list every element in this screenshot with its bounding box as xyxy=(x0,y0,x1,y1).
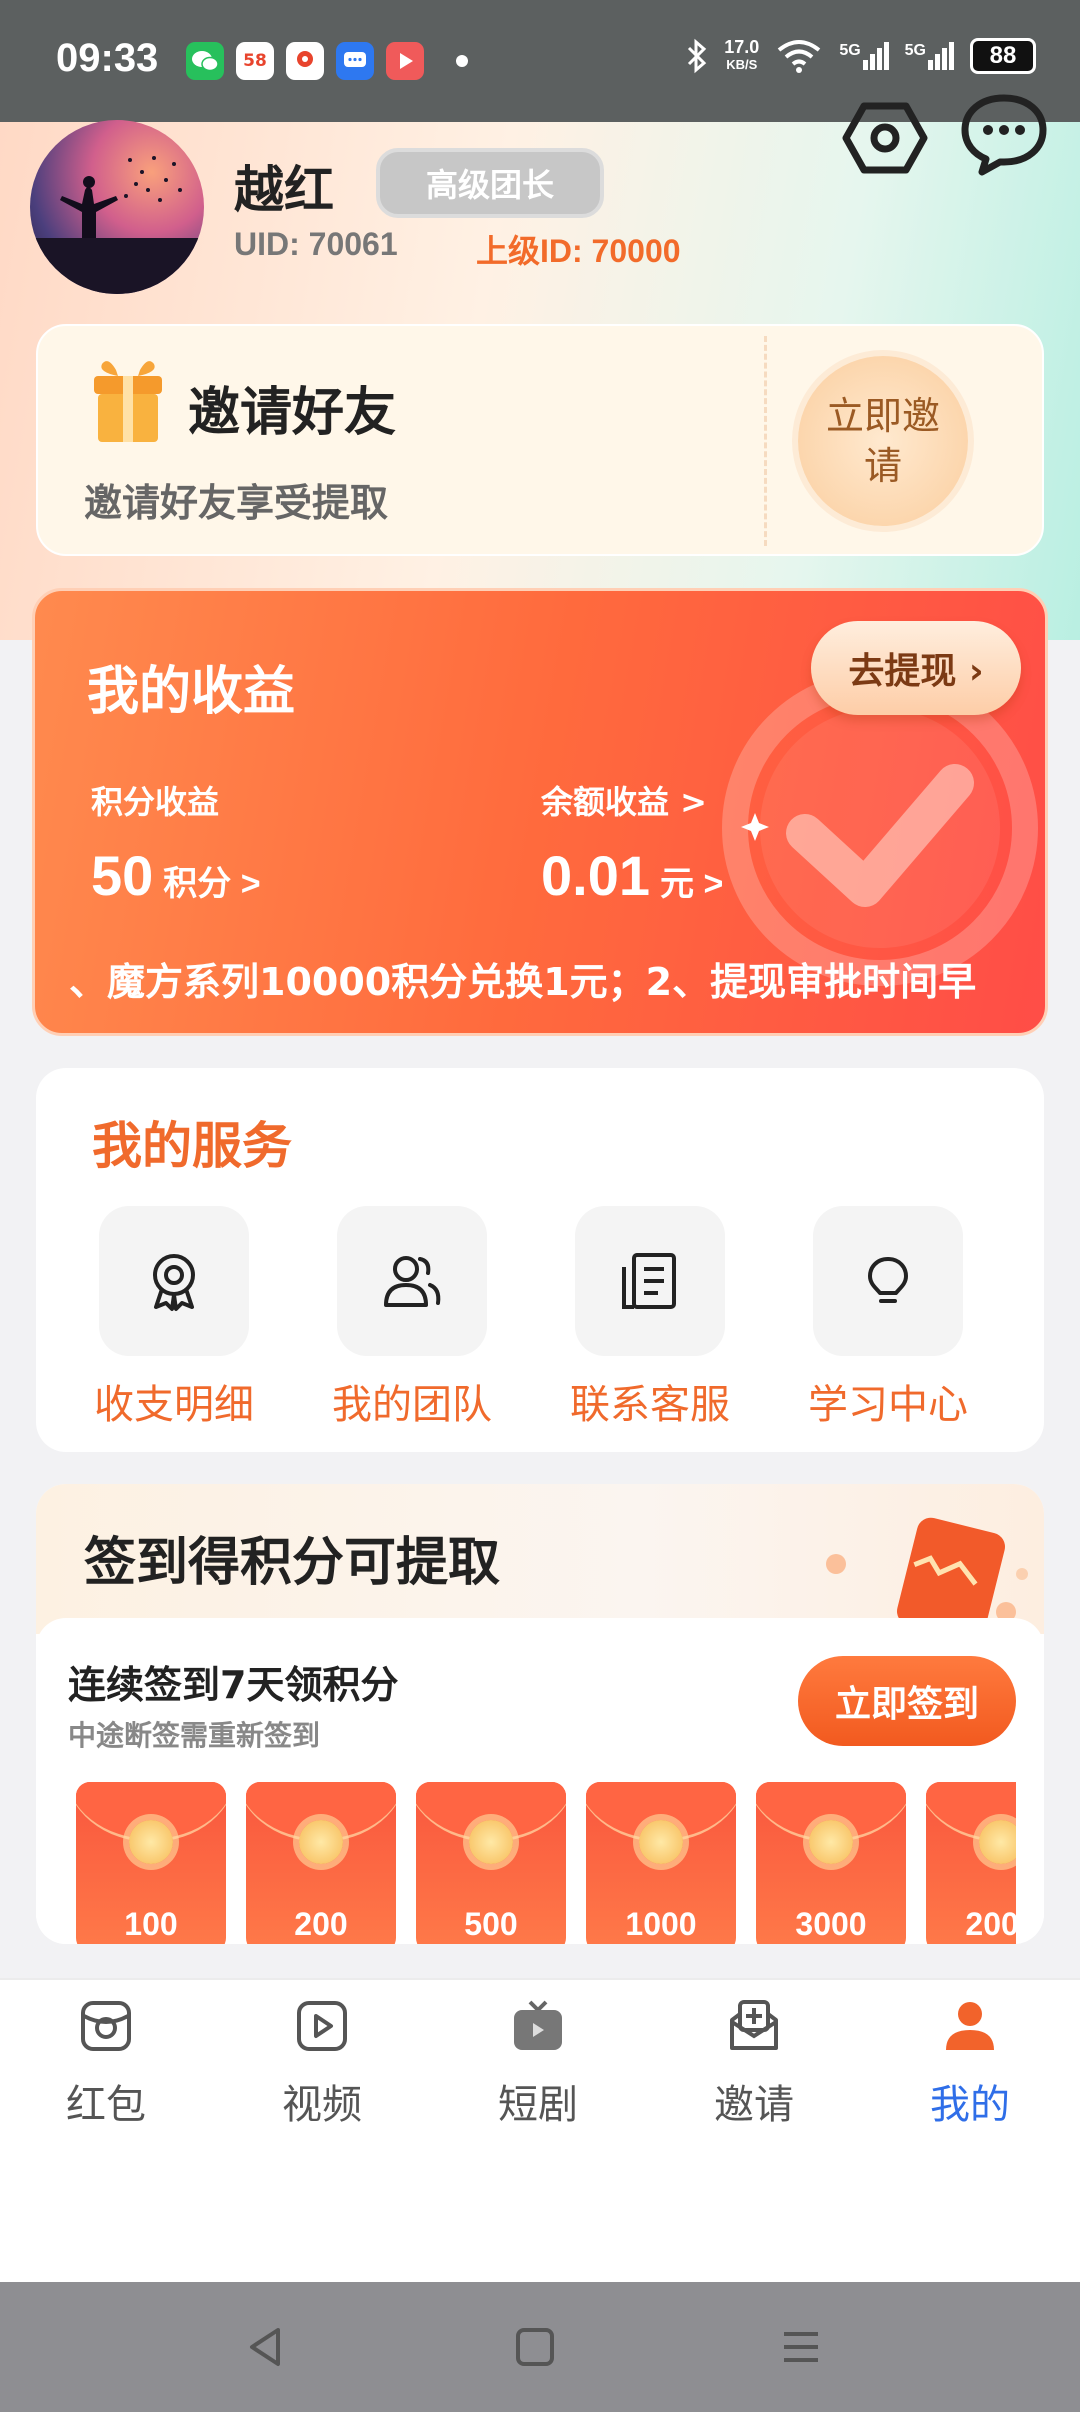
app-58-icon: 58 xyxy=(236,42,274,80)
map-app-icon xyxy=(286,42,324,80)
signin-title: 签到得积分可提取 xyxy=(84,1533,501,1593)
balance-earnings-value[interactable]: 0.01 元 > xyxy=(541,843,723,908)
battery-indicator: 88 xyxy=(970,38,1036,74)
points-earnings-label: 积分收益 xyxy=(91,783,220,821)
red-packet-icon xyxy=(81,2001,131,2051)
video-icon xyxy=(297,2001,347,2051)
invite-icon xyxy=(730,2000,778,2050)
invite-subtitle: 邀请好友享受提取 xyxy=(84,481,389,525)
network-speed: 17.0 KB/S xyxy=(724,37,760,72)
settings-icon[interactable] xyxy=(842,100,928,176)
red-packet-decoration-icon xyxy=(826,1517,1028,1634)
reward-packet: 200 xyxy=(246,1782,396,1944)
invite-card[interactable]: 邀请好友 邀请好友享受提取 立即邀请 xyxy=(36,324,1044,556)
lightbulb-icon xyxy=(868,1257,908,1303)
invite-now-button[interactable]: 立即邀请 xyxy=(798,356,968,526)
status-indicators: 17.0 KB/S 5G 5G 88 xyxy=(686,38,1036,74)
points-earnings-value[interactable]: 50 积分 > xyxy=(91,843,261,908)
status-time: 09:33 xyxy=(56,36,159,80)
back-icon[interactable] xyxy=(240,2322,290,2372)
user-name: 越红 xyxy=(234,161,334,219)
avatar-silhouette-image xyxy=(30,156,204,294)
invite-divider xyxy=(764,336,767,546)
notification-icons: 58 xyxy=(186,42,468,80)
message-icon[interactable] xyxy=(960,92,1048,178)
my-services-panel: 我的服务 收支明细 我的团队 联系客服 学习中心 xyxy=(36,1068,1044,1452)
service-label: 联系客服 xyxy=(570,1382,730,1428)
signin-now-button[interactable]: 立即签到 xyxy=(798,1656,1016,1746)
bluetooth-icon xyxy=(688,38,707,74)
service-income-details[interactable]: 收支明细 xyxy=(84,1206,264,1430)
team-icon xyxy=(384,1256,441,1307)
message-app-icon xyxy=(336,42,374,80)
tv-icon xyxy=(514,2000,562,2050)
balance-earnings-label[interactable]: 余额收益 > xyxy=(541,777,707,823)
signin-description: 中途断签需重新签到 xyxy=(68,1719,321,1752)
reward-packet: 100 xyxy=(76,1782,226,1944)
earnings-title: 我的收益 xyxy=(87,662,296,722)
service-label: 学习中心 xyxy=(808,1382,968,1428)
reward-packet: 3000 xyxy=(756,1782,906,1944)
service-label: 我的团队 xyxy=(332,1382,492,1428)
invite-title: 邀请好友 xyxy=(188,383,397,443)
signin-body: 连续签到7天领积分 中途断签需重新签到 立即签到 100 200 500 100… xyxy=(36,1618,1044,1944)
video-app-icon xyxy=(386,42,424,80)
system-navigation-bar xyxy=(0,2282,1080,2412)
withdraw-button[interactable]: 去提现 › xyxy=(811,621,1021,715)
parent-id: 上级ID: 70000 xyxy=(476,233,681,269)
service-my-team[interactable]: 我的团队 xyxy=(322,1206,502,1430)
bottom-tab-bar: 红包 视频 短剧 邀请 我的 xyxy=(0,1978,1080,2282)
service-contact-support[interactable]: 联系客服 xyxy=(560,1206,740,1430)
signal-2-icon: 5G xyxy=(905,42,954,70)
tab-short-drama[interactable]: 短剧 xyxy=(468,1998,608,2130)
gift-icon xyxy=(94,361,162,442)
service-learning-center[interactable]: 学习中心 xyxy=(798,1206,978,1430)
tab-video[interactable]: 视频 xyxy=(252,1998,392,2130)
earnings-notice-marquee: 、魔方系列10000积分兑换1元；2、提现审批时间早 xyxy=(69,960,977,1004)
services-title: 我的服务 xyxy=(92,1117,292,1175)
reward-packet: 500 xyxy=(416,1782,566,1944)
reward-packet: 1000 xyxy=(586,1782,736,1944)
reward-packet: 2000 xyxy=(926,1782,1016,1944)
service-label: 收支明细 xyxy=(94,1382,254,1428)
user-uid: UID: 70061 xyxy=(234,226,398,262)
signin-header: 签到得积分可提取 xyxy=(36,1484,1044,1634)
user-icon xyxy=(946,2002,994,2050)
earnings-card: 我的收益 去提现 › 积分收益 50 积分 > 余额收益 > 0.01 元 > 、魔… xyxy=(32,588,1048,1036)
home-icon[interactable] xyxy=(510,2322,560,2372)
wifi-icon xyxy=(778,40,821,73)
signin-subtitle: 连续签到7天领积分 xyxy=(68,1663,399,1707)
document-icon xyxy=(622,1253,676,1309)
signin-reward-list: 100 200 500 1000 3000 2000 xyxy=(76,1782,1016,1944)
tab-mine[interactable]: 我的 xyxy=(900,1998,1040,2130)
signal-1-icon: 5G xyxy=(839,42,889,70)
level-badge: 高级团长 xyxy=(376,148,604,218)
signin-section: 签到得积分可提取 连续签到7天领积分 中途断签需重新签到 立即签到 100 20… xyxy=(36,1484,1044,1944)
menu-icon[interactable] xyxy=(776,2322,826,2372)
tab-red-packet[interactable]: 红包 xyxy=(36,1998,176,2130)
wechat-icon xyxy=(186,42,224,80)
medal-icon xyxy=(153,1254,195,1311)
more-notifications-dot xyxy=(456,55,468,67)
tab-invite[interactable]: 邀请 xyxy=(684,1998,824,2130)
avatar[interactable] xyxy=(30,120,204,294)
